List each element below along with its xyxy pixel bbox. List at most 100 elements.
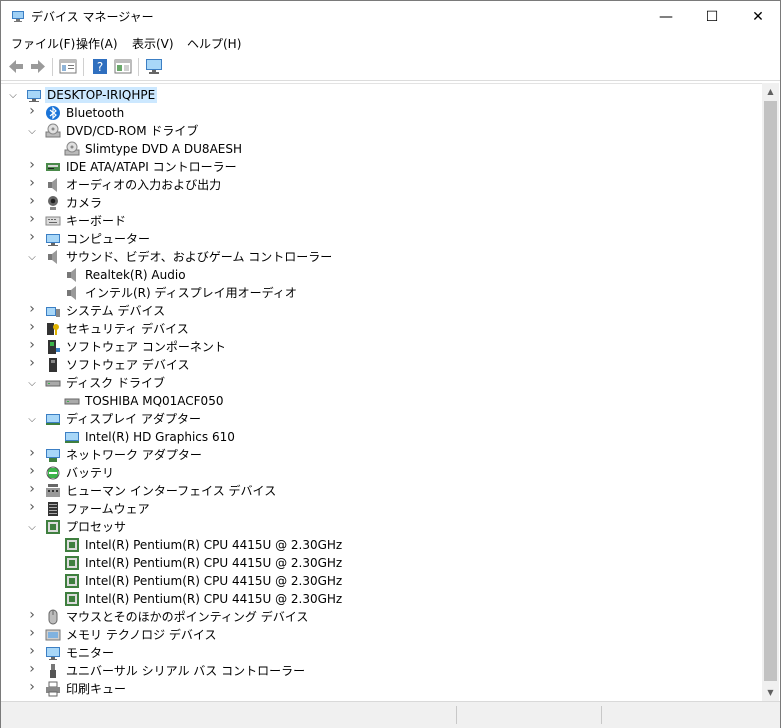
- tree-node-label: オーディオの入力および出力: [66, 178, 222, 192]
- tree-category[interactable]: ⌵ サウンド、ビデオ、およびゲーム コントローラー: [1, 248, 741, 266]
- tree-category[interactable]: › ソフトウェア コンポーネント: [1, 337, 741, 356]
- network-adapter-icon: [46, 449, 60, 462]
- keyboard-icon: [45, 216, 61, 226]
- forward-icon[interactable]: [29, 58, 47, 75]
- camera-icon: [48, 196, 58, 210]
- tree-category[interactable]: › 印刷キュー: [1, 679, 741, 698]
- processor-icon: [46, 520, 60, 534]
- chevron-down-icon[interactable]: ⌵: [27, 522, 37, 533]
- tree-root[interactable]: ⌵ DESKTOP-IRIQHPE: [1, 86, 401, 104]
- update-driver-icon[interactable]: [114, 58, 132, 75]
- back-icon[interactable]: [7, 58, 25, 75]
- chevron-right-icon[interactable]: ›: [27, 301, 37, 317]
- tree-category[interactable]: › セキュリティ デバイス: [1, 319, 741, 338]
- tree-category[interactable]: ⌵ ディスク ドライブ: [1, 374, 741, 392]
- display-adapter-icon: [46, 414, 60, 425]
- scroll-thumb[interactable]: [764, 101, 777, 681]
- chevron-down-icon[interactable]: ⌵: [27, 126, 37, 137]
- tree-category[interactable]: › メモリ テクノロジ デバイス: [1, 625, 741, 644]
- tree-category[interactable]: › カメラ: [1, 193, 741, 212]
- tree-device[interactable]: インテル(R) ディスプレイ用オーディオ: [1, 284, 741, 302]
- menu-help[interactable]: ヘルプ(H): [187, 35, 241, 52]
- help-icon[interactable]: ?: [91, 58, 109, 75]
- tree-device[interactable]: Intel(R) HD Graphics 610: [1, 428, 741, 446]
- tree-category[interactable]: › Bluetooth: [1, 103, 741, 122]
- tree-node-label: DVD/CD-ROM ドライブ: [66, 124, 199, 138]
- chevron-right-icon[interactable]: ›: [27, 679, 37, 695]
- display-adapter-icon: [65, 432, 79, 443]
- processor-icon: [65, 538, 79, 552]
- tree-node-label: IDE ATA/ATAPI コントローラー: [66, 160, 237, 174]
- tree-category[interactable]: › キーボード: [1, 211, 741, 230]
- chevron-right-icon[interactable]: ›: [27, 445, 37, 461]
- tree-category[interactable]: › ユニバーサル シリアル バス コントローラー: [1, 661, 741, 680]
- chevron-right-icon[interactable]: ›: [27, 193, 37, 209]
- tree-device[interactable]: Slimtype DVD A DU8AESH: [1, 140, 741, 158]
- computer-icon: [46, 234, 60, 246]
- chevron-right-icon[interactable]: ›: [27, 607, 37, 623]
- chevron-down-icon[interactable]: ⌵: [27, 414, 37, 425]
- software-device-icon: [49, 358, 57, 372]
- chevron-right-icon[interactable]: ›: [27, 355, 37, 371]
- properties-icon[interactable]: [59, 58, 77, 75]
- tree-device[interactable]: Intel(R) Pentium(R) CPU 4415U @ 2.30GHz: [1, 554, 741, 572]
- tree-node-label: ネットワーク アダプター: [66, 448, 202, 462]
- tree-device[interactable]: Intel(R) Pentium(R) CPU 4415U @ 2.30GHz: [1, 572, 741, 590]
- tree-node-label: 印刷キュー: [66, 682, 127, 696]
- chevron-right-icon[interactable]: ›: [27, 463, 37, 479]
- chevron-right-icon[interactable]: ›: [27, 211, 37, 227]
- device-tree[interactable]: ⌵ DESKTOP-IRIQHPE › Bluetooth ⌵ DVD/CD-ROM …: [1, 83, 762, 702]
- chevron-right-icon[interactable]: ›: [27, 661, 37, 677]
- chevron-down-icon[interactable]: ⌵: [27, 252, 37, 263]
- status-divider: [456, 706, 457, 724]
- tree-category[interactable]: › ネットワーク アダプター: [1, 445, 741, 464]
- menu-file[interactable]: ファイル(F): [11, 35, 75, 52]
- tree-category[interactable]: ⌵ ディスプレイ アダプター: [1, 410, 741, 428]
- tree-node-label: モニター: [66, 646, 115, 660]
- chevron-right-icon[interactable]: ›: [27, 499, 37, 515]
- speaker-icon: [48, 178, 57, 192]
- chevron-right-icon[interactable]: ›: [27, 643, 37, 659]
- monitor-icon[interactable]: [145, 58, 163, 75]
- tree-category[interactable]: ⌵ DVD/CD-ROM ドライブ: [1, 122, 741, 140]
- tree-category[interactable]: › ソフトウェア デバイス: [1, 355, 741, 374]
- tree-device[interactable]: Realtek(R) Audio: [1, 266, 741, 284]
- tree-category[interactable]: › ヒューマン インターフェイス デバイス: [1, 481, 741, 500]
- tree-category[interactable]: › ファームウェア: [1, 499, 741, 518]
- chevron-right-icon[interactable]: ›: [27, 175, 37, 191]
- tree-node-label: Bluetooth: [66, 106, 125, 120]
- tree-category[interactable]: › システム デバイス: [1, 301, 741, 320]
- scroll-down-icon[interactable]: ▼: [762, 684, 779, 701]
- chevron-right-icon[interactable]: ›: [27, 481, 37, 497]
- tree-category[interactable]: › オーディオの入力および出力: [1, 175, 741, 194]
- tree-category[interactable]: › バッテリ: [1, 463, 741, 482]
- tree-category[interactable]: ⌵ プロセッサ: [1, 518, 741, 536]
- security-device-icon: [47, 323, 59, 335]
- chevron-right-icon[interactable]: ›: [27, 157, 37, 173]
- tree-device[interactable]: TOSHIBA MQ01ACF050: [1, 392, 741, 410]
- chevron-right-icon[interactable]: ›: [27, 319, 37, 335]
- tree-category[interactable]: › モニター: [1, 643, 741, 662]
- menu-view[interactable]: 表示(V): [132, 35, 174, 52]
- chevron-down-icon[interactable]: ⌵: [8, 90, 18, 101]
- chevron-right-icon[interactable]: ›: [27, 337, 37, 353]
- chevron-down-icon[interactable]: ⌵: [27, 378, 37, 389]
- tree-category[interactable]: › コンピューター: [1, 229, 741, 248]
- tree-category[interactable]: › マウスとそのほかのポインティング デバイス: [1, 607, 741, 626]
- chevron-right-icon[interactable]: ›: [27, 229, 37, 245]
- tree-category[interactable]: › IDE ATA/ATAPI コントローラー: [1, 157, 741, 176]
- tree-node-label: ソフトウェア コンポーネント: [66, 340, 226, 354]
- vertical-scrollbar[interactable]: ▲ ▼: [762, 83, 779, 701]
- menu-action[interactable]: 操作(A): [76, 35, 118, 52]
- maximize-icon: ☐: [705, 8, 719, 25]
- tree-device[interactable]: Intel(R) Pentium(R) CPU 4415U @ 2.30GHz: [1, 590, 741, 608]
- minimize-button[interactable]: —: [643, 1, 689, 32]
- printer-icon: [46, 681, 60, 697]
- chevron-right-icon[interactable]: ›: [27, 103, 37, 119]
- tree-device[interactable]: Intel(R) Pentium(R) CPU 4415U @ 2.30GHz: [1, 536, 741, 554]
- chevron-right-icon[interactable]: ›: [27, 625, 37, 641]
- close-button[interactable]: ✕: [735, 1, 781, 32]
- scroll-up-icon[interactable]: ▲: [762, 83, 779, 100]
- tree-node-label: メモリ テクノロジ デバイス: [66, 628, 217, 642]
- maximize-button[interactable]: ☐: [689, 1, 735, 32]
